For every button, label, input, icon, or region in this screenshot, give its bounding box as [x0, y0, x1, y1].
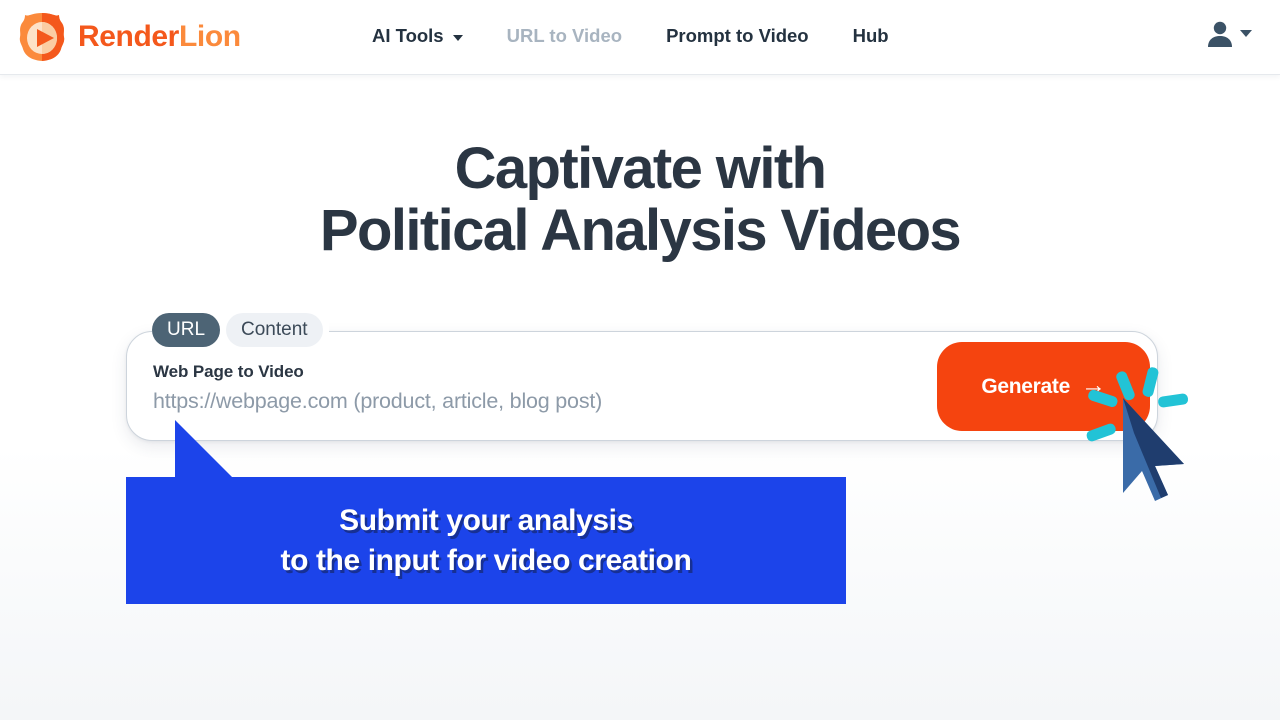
- nav-item-url-to-video[interactable]: URL to Video: [507, 23, 622, 49]
- chevron-down-icon: [452, 34, 463, 41]
- user-avatar-icon: [1208, 21, 1232, 47]
- brand-wordmark: RenderLion: [78, 22, 241, 52]
- tab-url[interactable]: URL: [152, 313, 221, 347]
- tab-label: Content: [241, 319, 308, 340]
- account-menu[interactable]: [1205, 19, 1252, 49]
- headline-line-1: Captivate with: [454, 136, 827, 201]
- page-title: Captivate with Political Analysis Videos: [0, 136, 1280, 264]
- nav-item-prompt-to-video[interactable]: Prompt to Video: [666, 23, 809, 49]
- brand-name-part1: Render: [78, 20, 179, 53]
- callout-line-2: to the input for video creation: [280, 543, 692, 577]
- lion-play-logo-icon: [19, 13, 65, 61]
- brand-name-part2: Lion: [178, 20, 241, 53]
- site-header: RenderLion AI Tools URL to Video Prompt …: [0, 0, 1280, 75]
- brand-logo[interactable]: RenderLion: [16, 10, 241, 64]
- tab-label: URL: [167, 319, 206, 340]
- nav-item-label: Hub: [852, 25, 889, 46]
- page-root: RenderLion AI Tools URL to Video Prompt …: [0, 0, 1280, 720]
- callout-text: Submit your analysis to the input for vi…: [126, 477, 846, 604]
- callout-line-1: Submit your analysis: [339, 503, 633, 537]
- tab-content[interactable]: Content: [226, 313, 323, 347]
- headline-line-2: Political Analysis Videos: [319, 198, 962, 264]
- url-input[interactable]: https://webpage.com (product, article, b…: [153, 389, 602, 414]
- instruction-callout: Submit your analysis to the input for vi…: [126, 477, 846, 604]
- main-navigation: AI Tools URL to Video Prompt to Video Hu…: [372, 23, 889, 49]
- arrow-right-icon: →: [1080, 371, 1106, 399]
- generate-button[interactable]: Generate →: [937, 342, 1150, 431]
- generate-button-label: Generate: [981, 374, 1070, 398]
- chevron-down-icon: [1240, 30, 1252, 37]
- nav-item-ai-tools[interactable]: AI Tools: [372, 23, 463, 49]
- nav-item-label: AI Tools: [372, 25, 444, 46]
- nav-item-hub[interactable]: Hub: [853, 23, 889, 49]
- nav-item-label: Prompt to Video: [666, 25, 809, 46]
- input-mode-tabs: URL Content: [152, 313, 329, 347]
- field-label-web-page-to-video: Web Page to Video: [153, 362, 304, 381]
- nav-item-label: URL to Video: [506, 25, 623, 46]
